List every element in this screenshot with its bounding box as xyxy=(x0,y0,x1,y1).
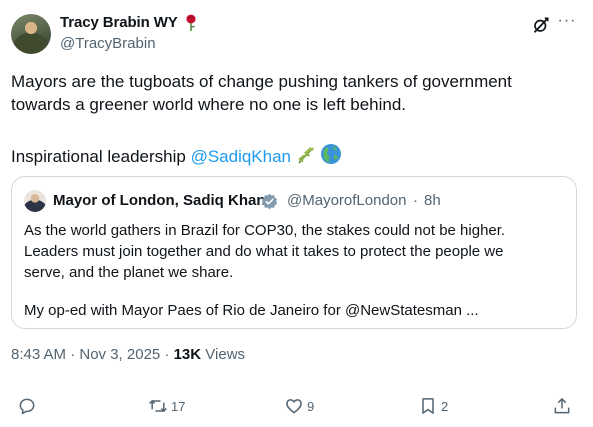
quoted-tweet-text: As the world gathers in Brazil for COP30… xyxy=(24,220,569,321)
like-count: 9 xyxy=(307,398,315,414)
quoted-text-line: As the world gathers in Brazil for COP30… xyxy=(24,222,506,239)
share-button[interactable] xyxy=(552,394,572,418)
quoted-text-line: My op-ed with Mayor Paes of Rio de Janei… xyxy=(24,302,479,319)
more-icon[interactable]: ··· xyxy=(556,13,578,36)
herb-icon xyxy=(298,147,314,164)
verified-badge-icon xyxy=(261,193,278,210)
quoted-text-line: Leaders must join together and do what i… xyxy=(24,243,504,260)
tweet-text: Mayors are the tugboats of change pushin… xyxy=(11,70,581,168)
grok-icon[interactable] xyxy=(532,16,550,34)
bookmark-count: 2 xyxy=(441,398,449,414)
views-count[interactable]: 13K xyxy=(174,346,202,363)
tweet-timestamp[interactable]: 8:43 AM · Nov 3, 2025 · xyxy=(11,346,174,363)
quoted-separator: · xyxy=(413,192,418,209)
repost-icon xyxy=(149,399,167,413)
repost-count: 17 xyxy=(171,398,186,414)
share-icon xyxy=(554,397,570,414)
tweet-meta: 8:43 AM · Nov 3, 2025 · 13K Views xyxy=(11,346,245,363)
action-bar: 17 9 2 xyxy=(0,394,593,418)
reply-button[interactable] xyxy=(17,394,37,418)
globe-americas-icon xyxy=(321,144,342,164)
bookmark-icon xyxy=(422,398,434,414)
like-button[interactable]: 9 xyxy=(284,394,314,418)
rose-icon xyxy=(186,14,196,31)
mention-link[interactable]: @SadiqKhan xyxy=(191,147,291,166)
tweet-text-prefix: Inspirational leadership xyxy=(11,147,191,166)
quoted-tweet[interactable]: Mayor of London, Sadiq Khan @MayorofLond… xyxy=(11,176,577,329)
quoted-text-line: serve, and the planet we share. xyxy=(24,264,234,281)
author-name[interactable]: Tracy Brabin WY xyxy=(60,14,178,31)
author-avatar[interactable] xyxy=(11,14,51,54)
quoted-author-avatar[interactable] xyxy=(24,190,46,212)
bookmark-button[interactable]: 2 xyxy=(418,394,448,418)
tweet-text-line: towards a greener world where no one is … xyxy=(11,95,407,114)
tweet[interactable]: Tracy Brabin WY @TracyBrabin ··· Mayors … xyxy=(0,0,593,427)
quoted-author-handle[interactable]: @MayorofLondon xyxy=(287,192,406,209)
repost-button[interactable]: 17 xyxy=(148,394,185,418)
quoted-timestamp[interactable]: 8h xyxy=(424,192,441,209)
views-label: Views xyxy=(201,346,246,363)
tweet-text-line: Inspirational leadership @SadiqKhan xyxy=(11,143,581,168)
tweet-text-line: Mayors are the tugboats of change pushin… xyxy=(11,72,512,91)
quoted-author-name[interactable]: Mayor of London, Sadiq Khan xyxy=(53,192,266,209)
reply-icon xyxy=(19,398,35,415)
heart-icon xyxy=(286,399,302,414)
author-handle[interactable]: @TracyBrabin xyxy=(60,35,156,52)
